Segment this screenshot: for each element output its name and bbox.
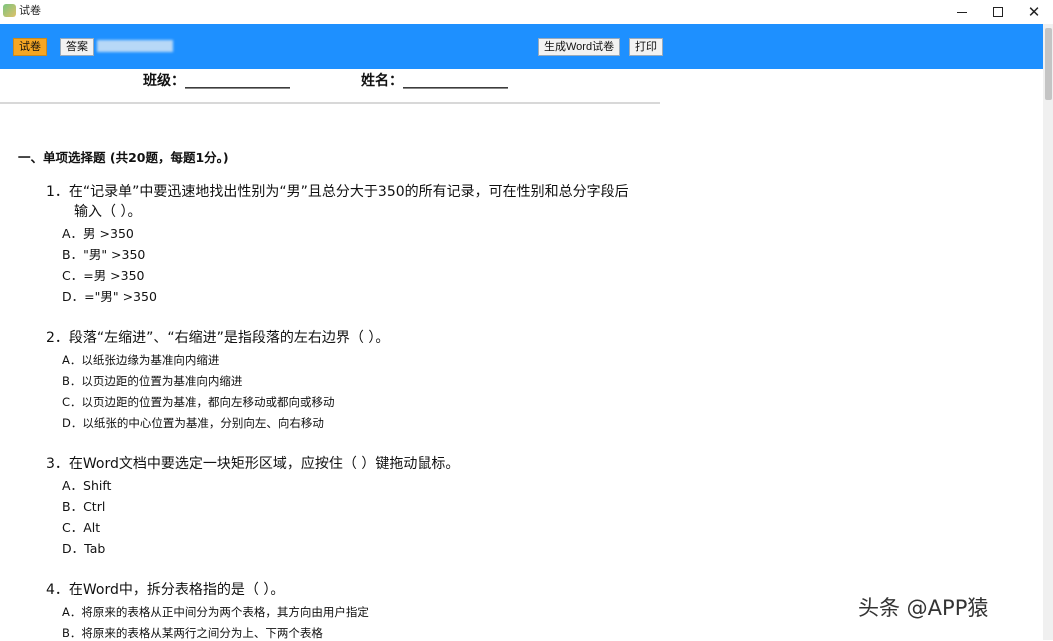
print-button[interactable]: 打印 — [629, 38, 663, 56]
watermark: 头条 @APP猿 — [858, 596, 989, 620]
section-title: 一、单项选择题 (共20题，每题1分。) — [18, 150, 229, 165]
question-text-continued: 输入（ ）。 — [74, 204, 142, 220]
option-item: A．以纸张边缘为基准向内缩进 — [62, 353, 220, 367]
generate-word-button[interactable]: 生成Word试卷 — [538, 38, 621, 56]
question-text: 2．段落“左缩进”、“右缩进”是指段落的左右边界（ ）。 — [46, 330, 390, 346]
maximize-icon — [993, 7, 1003, 17]
app-icon — [3, 4, 16, 17]
question-text: 3．在Word文档中要选定一块矩形区域，应按住（ ）键拖动鼠标。 — [46, 456, 460, 472]
option-item: D．="男" >350 — [62, 289, 157, 304]
answer-button[interactable]: 答案 — [60, 38, 94, 56]
vertical-scrollbar[interactable] — [1043, 24, 1053, 640]
option-item: D．Tab — [62, 541, 106, 556]
minimize-button[interactable] — [944, 0, 980, 24]
option-item: A．将原来的表格从正中间分为两个表格，其方向由用户指定 — [62, 605, 369, 619]
name-label: 姓名：_______________ — [361, 73, 508, 89]
exam-button[interactable]: 试卷 — [13, 38, 47, 56]
option-item: B．"男" >350 — [62, 247, 146, 262]
close-button[interactable]: ✕ — [1016, 0, 1052, 24]
option-item: A．Shift — [62, 478, 112, 493]
option-item: C．Alt — [62, 520, 101, 535]
maximize-button[interactable] — [980, 0, 1016, 24]
question-text: 1．在“记录单”中要迅速地找出性别为“男”且总分大于350的所有记录，可在性别和… — [46, 184, 629, 200]
option-item: C．以页边距的位置为基准，都向左移动或都向或移动 — [62, 395, 335, 409]
option-item: B．将原来的表格从某两行之间分为上、下两个表格 — [62, 626, 323, 640]
question-text: 4．在Word中，拆分表格指的是（ ）。 — [46, 582, 285, 598]
blurred-text — [97, 40, 173, 52]
option-item: C．=男 >350 — [62, 268, 145, 283]
window-title: 试卷 — [19, 4, 41, 17]
option-item: D．以纸张的中心位置为基准，分别向左、向右移动 — [62, 416, 324, 430]
class-label: 班级：_______________ — [143, 73, 290, 89]
option-item: A．男 >350 — [62, 226, 134, 241]
close-icon: ✕ — [1027, 2, 1041, 21]
option-item: B．以页边距的位置为基准向内缩进 — [62, 374, 243, 388]
title-bar: 试卷 ✕ — [0, 0, 1053, 24]
minimize-icon — [957, 11, 967, 13]
option-item: B．Ctrl — [62, 499, 106, 514]
exam-header: 班级：_______________ 姓名：_______________ — [0, 70, 1043, 90]
scrollbar-thumb[interactable] — [1045, 28, 1052, 100]
header-divider — [0, 102, 660, 104]
